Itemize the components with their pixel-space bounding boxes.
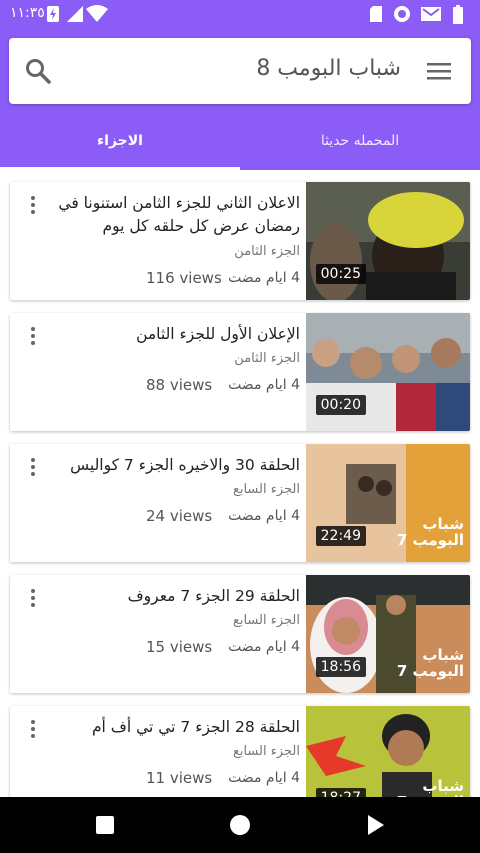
video-duration: 00:20 (315, 395, 366, 415)
video-season: الجزء الثامن (234, 244, 300, 259)
home-button[interactable] (210, 797, 270, 853)
video-thumbnail[interactable]: شباب البومب 7 18:56 (306, 575, 470, 693)
more-options-icon[interactable] (28, 327, 38, 347)
video-date: 4 ايام مضت (228, 639, 300, 655)
tab-recently-uploaded[interactable]: المحمله حديثا (240, 120, 480, 170)
status-bar: ١١:٣٥ (0, 0, 480, 28)
video-list[interactable]: 00:25 الاعلان الثاني للجزء الثامن استنون… (0, 170, 480, 797)
thumbnail-logo-text: شباب البومب 7 (396, 515, 464, 549)
video-season: الجزء السابع (232, 482, 300, 497)
navigation-bar (0, 797, 480, 853)
signal-icon (67, 6, 83, 22)
video-title: الاعلان الثاني للجزء الثامن استنونا في ر… (58, 194, 300, 235)
video-views: 116 views (146, 269, 222, 287)
back-button[interactable] (345, 797, 405, 853)
video-date: 4 ايام مضت (228, 508, 300, 524)
wifi-icon (86, 5, 108, 22)
sd-card-icon (370, 6, 382, 22)
video-card[interactable]: شباب البومب 7 22:49 الحلقة 30 والاخيره ا… (10, 444, 470, 562)
video-views: 88 views (146, 376, 213, 394)
battery-icon (453, 5, 463, 24)
video-season: الجزء الثامن (234, 351, 300, 366)
tab-parts[interactable]: الاجزاء (0, 120, 240, 170)
thumbnail-logo-text: شباب البومب 7 (397, 777, 464, 797)
more-options-icon[interactable] (28, 720, 38, 740)
triangle-icon (368, 815, 384, 835)
video-duration: 18:27 (315, 788, 366, 797)
app-title: شباب البومب 8 (256, 56, 401, 81)
record-icon (394, 6, 410, 22)
tab-recently-uploaded-label: المحمله حديثا (320, 133, 400, 149)
video-card[interactable]: 00:25 الاعلان الثاني للجزء الثامن استنون… (10, 182, 470, 300)
video-views: 11 views (146, 769, 213, 787)
more-options-icon[interactable] (28, 458, 38, 478)
app-header: شباب البومب 8 الاجزاء المحمله حديثا (0, 28, 480, 170)
status-time: ١١:٣٥ (10, 5, 45, 21)
video-title: الحلقة 30 والاخيره الجزء 7 كواليس (70, 456, 300, 474)
video-thumbnail[interactable]: شباب البومب 7 22:49 (306, 444, 470, 562)
tab-parts-label: الاجزاء (97, 133, 143, 149)
search-icon[interactable] (25, 58, 51, 84)
video-title: الحلقة 29 الجزء 7 معروف (127, 587, 300, 605)
video-season: الجزء السابع (232, 613, 300, 628)
video-duration: 00:25 (315, 264, 366, 284)
square-icon (96, 816, 114, 834)
video-card[interactable]: شباب البومب 7 18:56 الحلقة 29 الجزء 7 مع… (10, 575, 470, 693)
circle-icon (230, 815, 250, 835)
video-card[interactable]: شباب البومب 7 18:27 الحلقة 28 الجزء 7 تي… (10, 706, 470, 797)
more-options-icon[interactable] (28, 589, 38, 609)
video-date: 4 ايام مضت (228, 377, 300, 393)
video-date: 4 ايام مضت (228, 270, 300, 286)
video-duration: 22:49 (315, 526, 366, 546)
video-card[interactable]: 00:20 الإعلان الأول للجزء الثامن الجزء ا… (10, 313, 470, 431)
video-season: الجزء السابع (232, 744, 300, 759)
recent-apps-button[interactable] (75, 797, 135, 853)
video-thumbnail[interactable]: 00:25 (306, 182, 470, 300)
tab-bar: الاجزاء المحمله حديثا (0, 120, 480, 170)
gmail-icon (421, 7, 441, 21)
video-duration: 18:56 (315, 657, 366, 677)
video-views: 24 views (146, 507, 213, 525)
thumbnail-logo-text: شباب البومب 7 (396, 646, 464, 680)
more-options-icon[interactable] (28, 196, 38, 216)
video-thumbnail[interactable]: شباب البومب 7 18:27 (306, 706, 470, 797)
video-title: الإعلان الأول للجزء الثامن (136, 325, 300, 343)
video-thumbnail[interactable]: 00:20 (306, 313, 470, 431)
video-views: 15 views (146, 638, 213, 656)
video-date: 4 ايام مضت (228, 770, 300, 786)
flash-icon (47, 6, 59, 22)
search-bar[interactable]: شباب البومب 8 (9, 38, 471, 104)
menu-icon[interactable] (427, 61, 451, 81)
video-title: الحلقة 28 الجزء 7 تي تي أف أم (91, 718, 300, 736)
